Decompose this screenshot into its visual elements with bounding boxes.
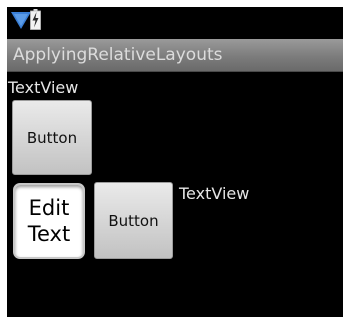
edit-text-field[interactable]: Edit Text: [13, 183, 85, 259]
text-view-right: TextView: [179, 184, 250, 203]
text-view-top: TextView: [8, 78, 79, 97]
app-title: ApplyingRelativeLayouts: [13, 45, 223, 65]
battery-charging-icon: [30, 9, 41, 30]
device-screen: ApplyingRelativeLayouts TextView Button …: [7, 7, 343, 317]
button-middle[interactable]: Button: [94, 182, 173, 259]
status-bar: [7, 7, 343, 39]
title-bar: ApplyingRelativeLayouts: [7, 39, 343, 72]
edit-text-line-2: Text: [27, 222, 71, 246]
button-top[interactable]: Button: [12, 100, 92, 175]
signal-icon: [11, 12, 31, 29]
edit-text-value: Edit Text: [28, 195, 70, 247]
edit-text-line-1: Edit: [28, 196, 70, 220]
